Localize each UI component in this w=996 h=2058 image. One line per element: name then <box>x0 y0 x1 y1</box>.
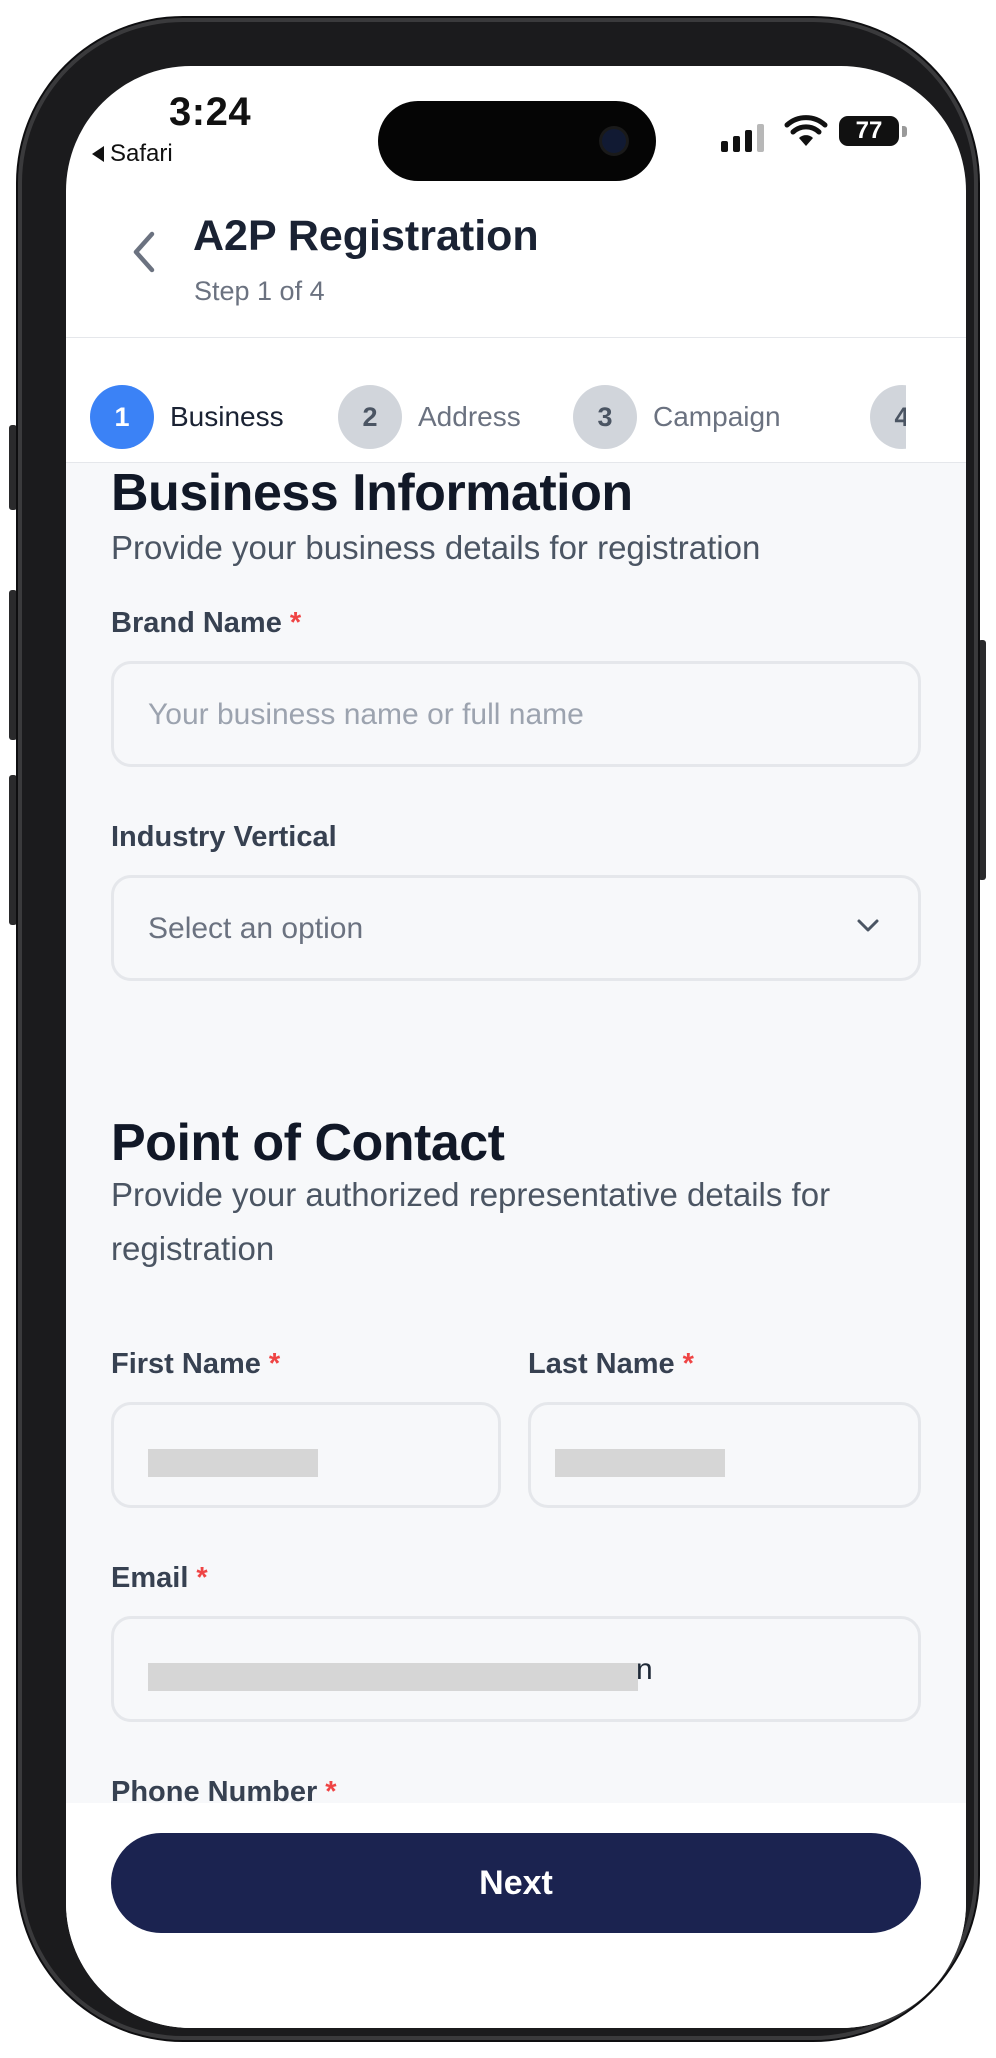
step-campaign[interactable]: 3 Campaign <box>573 385 781 449</box>
volume-up-button <box>9 590 17 740</box>
label-text: Email <box>111 1562 189 1594</box>
label-text: Phone Number <box>111 1776 318 1803</box>
step-number: 4 <box>870 385 906 449</box>
back-chevron-icon[interactable] <box>124 226 164 278</box>
redacted-value <box>148 1449 318 1477</box>
first-name-input[interactable] <box>111 1402 501 1508</box>
stepper: 1 Business 2 Address 3 Campaign 4 <box>66 338 966 463</box>
phone-number-label: Phone Number * <box>111 1776 337 1803</box>
step-number: 3 <box>573 385 637 449</box>
contact-section-heading: Point of Contact <box>111 1114 505 1172</box>
footer: Next <box>66 1803 966 2028</box>
contact-section-description: Provide your authorized representative d… <box>111 1176 831 1267</box>
step-number: 1 <box>90 385 154 449</box>
form-body[interactable]: Business Information Provide your busine… <box>66 463 966 1803</box>
chevron-down-icon <box>857 919 879 932</box>
screen: 3:24 Safari 77 A2P Registration Step 1 o… <box>66 66 966 2028</box>
first-name-label: First Name * <box>111 1348 280 1381</box>
industry-vertical-select[interactable]: Select an option <box>111 875 921 981</box>
dynamic-island <box>378 101 656 181</box>
email-input[interactable]: n <box>111 1616 921 1722</box>
volume-down-button <box>9 775 17 925</box>
required-marker: * <box>325 1776 337 1803</box>
status-time: 3:24 <box>169 90 252 134</box>
required-marker: * <box>196 1562 208 1594</box>
redacted-value <box>555 1449 725 1477</box>
phone-frame: 3:24 Safari 77 A2P Registration Step 1 o… <box>18 18 978 2040</box>
back-triangle-icon <box>92 146 104 162</box>
label-text: First Name <box>111 1348 261 1380</box>
step-address[interactable]: 2 Address <box>338 385 521 449</box>
step-counter: Step 1 of 4 <box>194 276 325 306</box>
step-business[interactable]: 1 Business <box>90 385 284 449</box>
required-marker: * <box>289 607 302 639</box>
last-name-label: Last Name * <box>528 1348 694 1381</box>
cellular-signal-icon <box>721 124 764 152</box>
back-app-label: Safari <box>110 140 173 167</box>
brand-name-placeholder: Your business name or full name <box>148 698 584 731</box>
step-label: Business <box>170 401 284 432</box>
required-marker: * <box>268 1348 281 1380</box>
email-label: Email * <box>111 1562 208 1595</box>
last-name-input[interactable] <box>528 1402 921 1508</box>
industry-vertical-label: Industry Vertical <box>111 821 337 853</box>
page-title: A2P Registration <box>193 212 539 260</box>
action-button <box>9 425 17 510</box>
label-text: Brand Name <box>111 607 282 639</box>
battery-icon: 77 <box>839 116 899 146</box>
battery-tip <box>902 126 907 137</box>
label-text: Last Name <box>528 1348 675 1380</box>
email-visible-tail: n <box>636 1653 653 1686</box>
required-marker: * <box>682 1348 694 1380</box>
step-4[interactable]: 4 <box>870 385 906 449</box>
business-section-description: Provide your business details for regist… <box>111 529 761 566</box>
battery-level: 77 <box>855 117 883 144</box>
back-to-app[interactable]: Safari <box>92 140 173 168</box>
brand-name-input[interactable]: Your business name or full name <box>111 661 921 767</box>
power-button <box>978 640 986 880</box>
business-section-heading: Business Information <box>111 464 633 522</box>
brand-name-label: Brand Name * <box>111 607 301 640</box>
next-button[interactable]: Next <box>111 1833 921 1933</box>
redacted-value <box>148 1663 638 1691</box>
step-label: Campaign <box>653 401 781 432</box>
industry-placeholder: Select an option <box>148 912 364 945</box>
step-number: 2 <box>338 385 402 449</box>
camera-icon <box>602 129 626 153</box>
step-label: Address <box>418 401 521 432</box>
wifi-icon <box>784 115 828 146</box>
